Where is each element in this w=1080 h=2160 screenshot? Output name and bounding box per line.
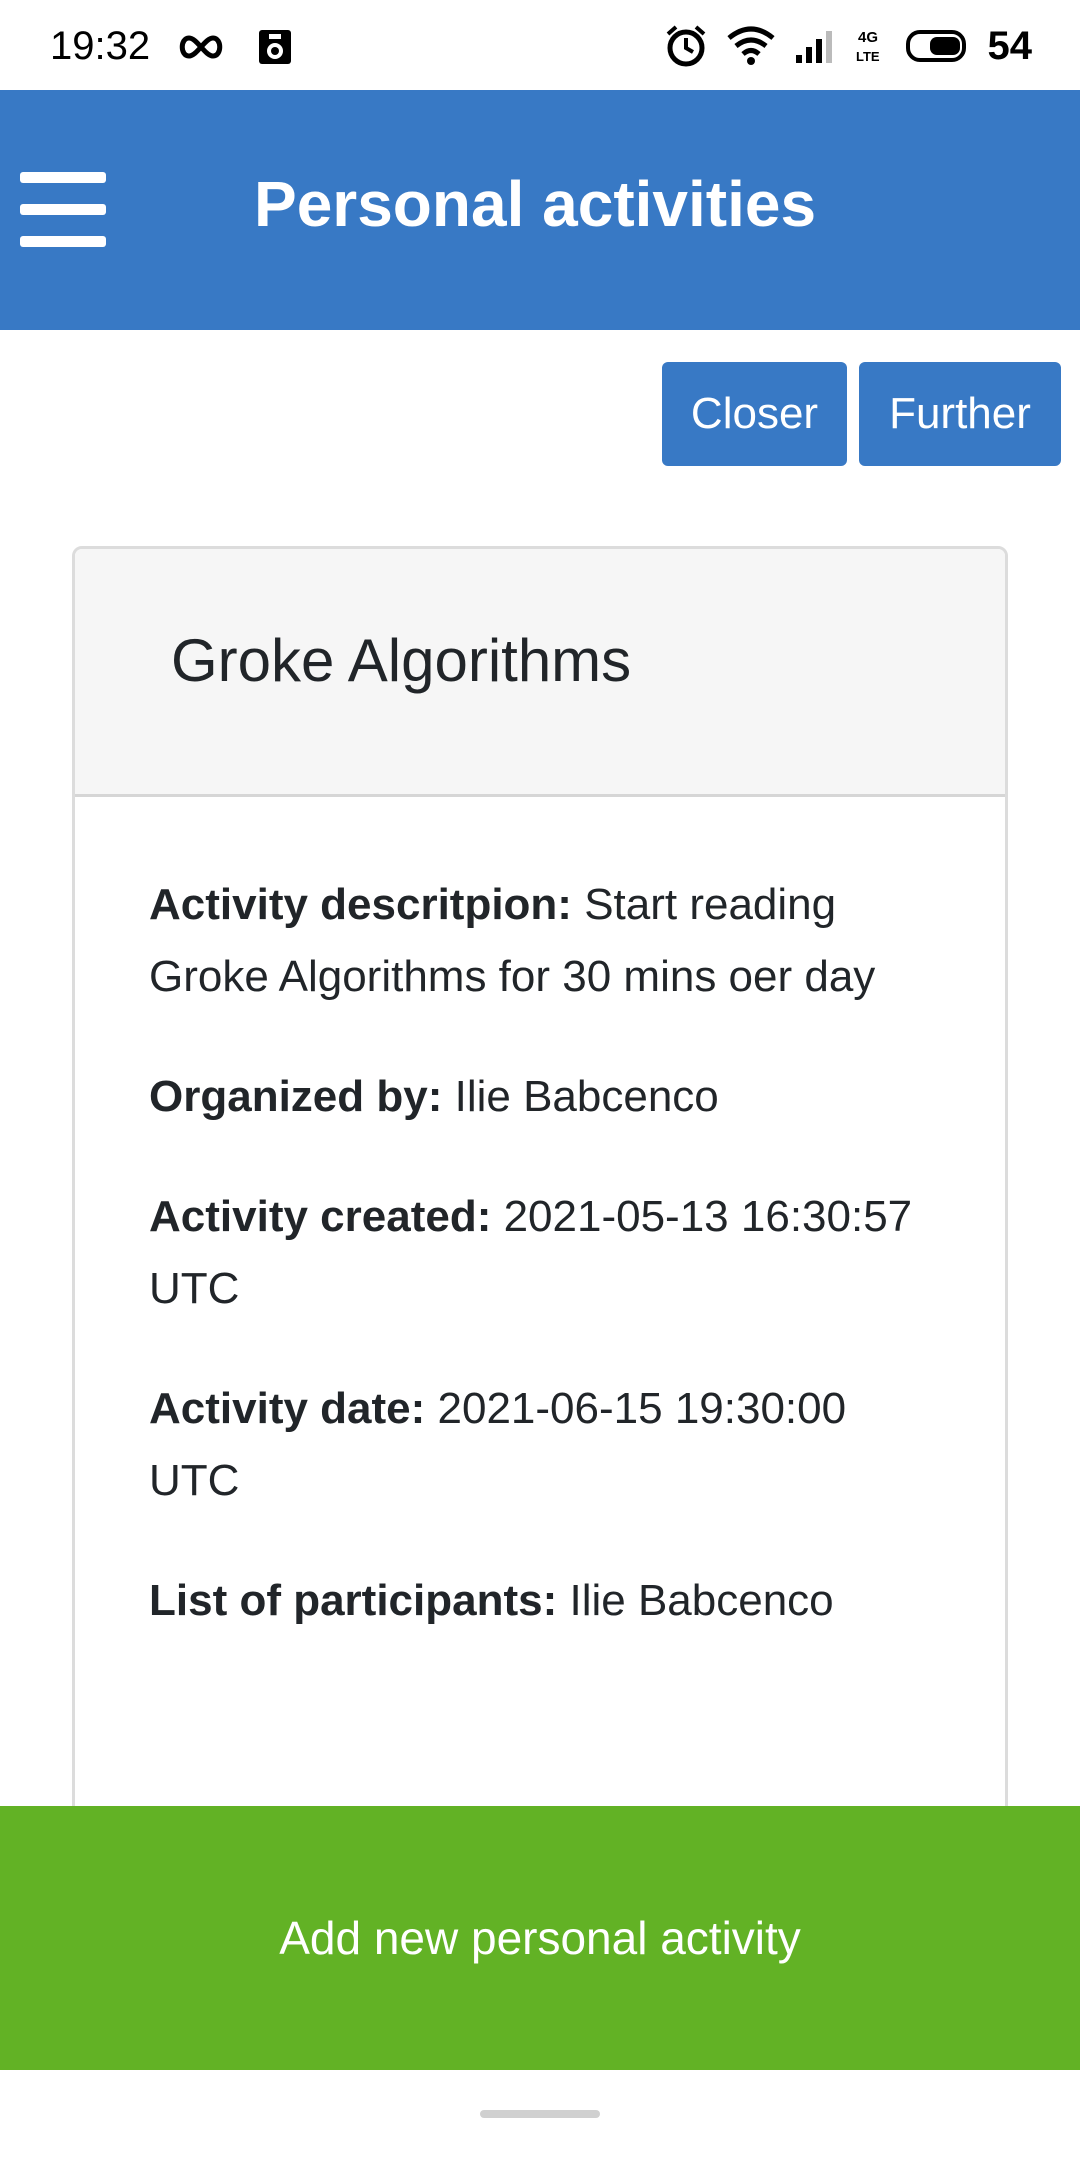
organizer-value: Ilie Babcenco xyxy=(442,1072,719,1121)
hamburger-menu-icon[interactable] xyxy=(20,172,106,248)
4g-lte-icon: 4G LTE xyxy=(856,29,880,64)
home-indicator[interactable] xyxy=(480,2110,600,2118)
add-personal-activity-button[interactable]: Add new personal activity xyxy=(0,1806,1080,2070)
closer-button[interactable]: Closer xyxy=(662,362,847,466)
activity-title: Groke Algorithms xyxy=(171,627,632,694)
svg-text:4G: 4G xyxy=(858,29,878,46)
organizer-label: Organized by: xyxy=(149,1072,443,1121)
description-label: Activity descritpion: xyxy=(149,880,572,929)
svg-text:LTE: LTE xyxy=(856,49,880,64)
wifi-icon xyxy=(726,26,775,65)
app-bar: Personal activities xyxy=(0,90,1080,330)
battery-icon xyxy=(905,30,966,62)
activity-created: Activity created: 2021-05-13 16:30:57 UT… xyxy=(149,1181,935,1325)
status-right-icons: 4G LTE 54 xyxy=(664,24,1033,68)
activity-card-body: Activity descritpion: Start reading Grok… xyxy=(75,797,1005,1637)
participants-label: List of participants: xyxy=(149,1576,558,1625)
alarm-icon xyxy=(666,25,705,67)
activity-card-header: Groke Algorithms xyxy=(75,549,1005,797)
created-label: Activity created: xyxy=(149,1192,492,1241)
navigation-bar xyxy=(0,2070,1080,2160)
activity-participants: List of participants: Ilie Babcenco xyxy=(149,1565,935,1637)
further-button[interactable]: Further xyxy=(859,362,1061,466)
activity-organizer: Organized by: Ilie Babcenco xyxy=(149,1061,935,1133)
page-title: Personal activities xyxy=(254,168,817,240)
battery-level: 54 xyxy=(987,24,1033,68)
status-time: 19:32 xyxy=(50,24,151,68)
participants-value: Ilie Babcenco xyxy=(557,1576,834,1625)
photo-icon xyxy=(259,30,291,64)
status-left-icons xyxy=(175,28,293,66)
date-label: Activity date: xyxy=(149,1384,426,1433)
infinity-icon xyxy=(179,35,223,59)
activity-date: Activity date: 2021-06-15 19:30:00 UTC xyxy=(149,1373,935,1517)
signal-icon xyxy=(795,31,832,63)
activity-description: Activity descritpion: Start reading Grok… xyxy=(149,869,935,1013)
screen: 19:32 4G LTE 54 Personal activities Clos… xyxy=(0,0,1080,2160)
status-bar: 19:32 4G LTE 54 xyxy=(0,0,1080,90)
